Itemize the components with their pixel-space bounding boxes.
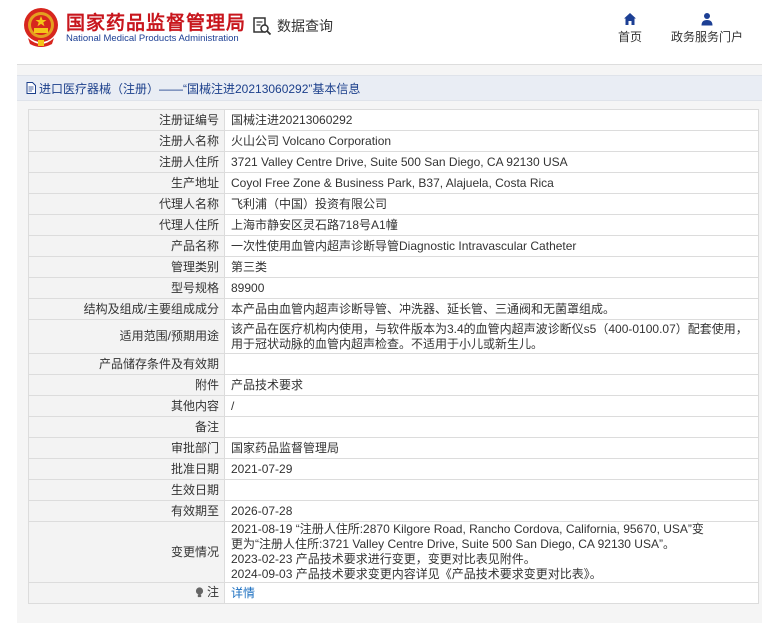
field-value: 国家药品监督管理局 — [224, 437, 759, 459]
table-row: 其他内容 / — [28, 395, 759, 417]
field-value: 2021-07-29 — [224, 458, 759, 480]
document-icon — [26, 82, 36, 94]
device-info-table: 注册证编号 国械注进20213060292 注册人名称 火山公司 Volcano Co… — [28, 109, 759, 604]
field-label: 审批部门 — [28, 437, 225, 459]
nav-service-portal[interactable]: 政务服务门户 — [666, 12, 748, 46]
table-row: 生产地址 Coyol Free Zone & Business Park, B37… — [28, 172, 759, 194]
field-value: 火山公司 Volcano Corporation — [224, 130, 759, 152]
table-row: 生效日期 — [28, 479, 759, 501]
table-row: 代理人住所 上海市静安区灵石路718号A1幢 — [28, 214, 759, 236]
field-value: 产品技术要求 — [224, 374, 759, 396]
field-value — [224, 416, 759, 438]
field-value: 上海市静安区灵石路718号A1幢 — [224, 214, 759, 236]
brand-subtitle: National Medical Products Administration — [66, 33, 239, 44]
field-label: 批准日期 — [28, 458, 225, 480]
note-label-text: 注 — [206, 584, 219, 599]
brand-title: 国家药品监督管理局 — [66, 13, 247, 34]
field-label: 有效期至 — [28, 500, 225, 522]
change-entry-line: 2024-09-03 产品技术要求变更内容详见《产品技术要求变更对比表》。 — [231, 567, 602, 581]
table-row: 型号规格 89900 — [28, 277, 759, 299]
field-label: 代理人名称 — [28, 193, 225, 215]
change-history: 2021-08-19 “注册人住所:2870 Kilgore Road, Ran… — [224, 521, 759, 583]
field-value: 89900 — [224, 277, 759, 299]
field-value — [224, 479, 759, 501]
table-row: 附件 产品技术要求 — [28, 374, 759, 396]
data-query-label: 数据查询 — [277, 18, 333, 34]
table-row: 结构及组成/主要组成成分 本产品由血管内超声诊断导管、冲洗器、延长管、三通阀和无菌… — [28, 298, 759, 320]
note-value-cell: 详情 — [224, 582, 759, 604]
field-value: 本产品由血管内超声诊断导管、冲洗器、延长管、三通阀和无菌罩组成。 — [224, 298, 759, 320]
field-value: / — [224, 395, 759, 417]
field-label: 附件 — [28, 374, 225, 396]
table-row: 产品储存条件及有效期 — [28, 353, 759, 375]
data-query-icon — [253, 17, 272, 36]
field-label: 其他内容 — [28, 395, 225, 417]
field-label: 适用范围/预期用途 — [28, 319, 225, 354]
field-label: 产品储存条件及有效期 — [28, 353, 225, 375]
field-value — [224, 353, 759, 375]
field-label: 备注 — [28, 416, 225, 438]
field-label: 变更情况 — [28, 521, 225, 583]
table-row: 注册证编号 国械注进20213060292 — [28, 109, 759, 131]
detail-panel: 进口医疗器械（注册）——“国械注进20213060292”基本信息 注册证编号国… — [17, 64, 762, 623]
note-label-cell: 注 — [28, 582, 225, 604]
change-entry-line: 更为“注册人住所:3721 Valley Centre Drive, Suite… — [231, 537, 675, 551]
table-row: 有效期至 2026-07-28 — [28, 500, 759, 522]
field-value: 飞利浦（中国）投资有限公司 — [224, 193, 759, 215]
field-value: 2026-07-28 — [224, 500, 759, 522]
nav-home[interactable]: 首页 — [612, 12, 648, 46]
details-link[interactable]: 详情 — [231, 586, 255, 600]
data-query-link[interactable]: 数据查询 — [252, 16, 333, 36]
field-label: 生产地址 — [28, 172, 225, 194]
table-row: 适用范围/预期用途 该产品在医疗机构内使用，与软件版本为3.4的血管内超声波诊断仪… — [28, 319, 759, 354]
table-row: 管理类别 第三类 — [28, 256, 759, 278]
field-value: 一次性使用血管内超声诊断导管Diagnostic Intravascular C… — [224, 235, 759, 257]
field-value: 国械注进20213060292 — [224, 109, 759, 131]
user-icon — [701, 13, 713, 26]
field-value: Coyol Free Zone & Business Park, B37, Al… — [224, 172, 759, 194]
table-row: 代理人名称 飞利浦（中国）投资有限公司 — [28, 193, 759, 215]
lightbulb-icon — [195, 586, 204, 597]
site-header: 国家药品监督管理局 National Medical Products Admi… — [0, 0, 762, 62]
field-label: 结构及组成/主要组成成分 — [28, 298, 225, 320]
detail-title: 进口医疗器械（注册）——“国械注进20213060292”基本信息 — [39, 82, 361, 96]
table-row: 产品名称 一次性使用血管内超声诊断导管Diagnostic Intravascul… — [28, 235, 759, 257]
table-row: 备注 — [28, 416, 759, 438]
table-row: 审批部门 国家药品监督管理局 — [28, 437, 759, 459]
field-value: 第三类 — [224, 256, 759, 278]
field-label: 型号规格 — [28, 277, 225, 299]
table-row: 批准日期 2021-07-29 — [28, 458, 759, 480]
table-row: 注册人住所 3721 Valley Centre Drive, Suite 500… — [28, 151, 759, 173]
table-row-note: 注详情 — [28, 582, 759, 604]
table-row-changes: 变更情况 2021-08-19 “注册人住所:2870 Kilgore Road,… — [28, 521, 759, 583]
field-label: 产品名称 — [28, 235, 225, 257]
home-icon — [624, 13, 636, 25]
field-label: 代理人住所 — [28, 214, 225, 236]
field-label: 生效日期 — [28, 479, 225, 501]
table-row: 注册人名称 火山公司 Volcano Corporation — [28, 130, 759, 152]
note-label: 注 — [195, 585, 219, 600]
change-entry-line: 2023-02-23 产品技术要求进行变更，变更对比表见附件。 — [231, 552, 536, 566]
field-value: 该产品在医疗机构内使用，与软件版本为3.4的血管内超声波诊断仪s5（400-01… — [224, 319, 759, 354]
field-value: 3721 Valley Centre Drive, Suite 500 San … — [224, 151, 759, 173]
field-label: 注册人名称 — [28, 130, 225, 152]
field-label: 注册人住所 — [28, 151, 225, 173]
nav-service-portal-label: 政务服务门户 — [670, 30, 743, 44]
field-label: 管理类别 — [28, 256, 225, 278]
change-entry-line: 2021-08-19 “注册人住所:2870 Kilgore Road, Ran… — [231, 522, 704, 536]
nav-home-label: 首页 — [617, 30, 642, 44]
detail-title-bar: 进口医疗器械（注册）——“国械注进20213060292”基本信息 — [17, 75, 762, 101]
national-emblem-icon — [24, 8, 58, 47]
field-label: 注册证编号 — [28, 109, 225, 131]
